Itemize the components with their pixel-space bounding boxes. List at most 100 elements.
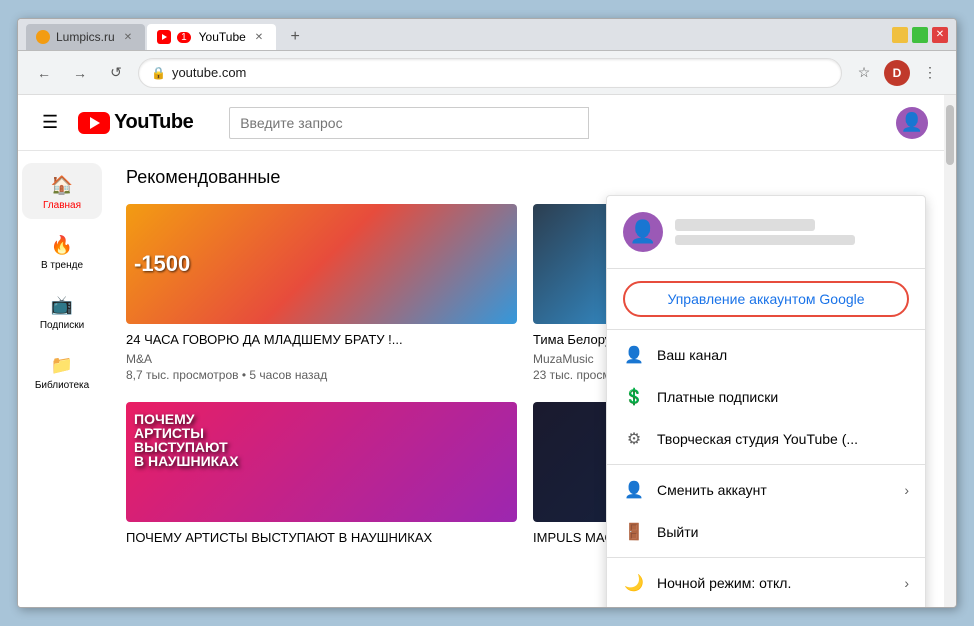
video-title-1: 24 ЧАСА ГОВОРЮ ДА МЛАДШЕМУ БРАТУ !... bbox=[126, 332, 517, 349]
lumpics-favicon-icon bbox=[36, 30, 50, 44]
night-mode-icon: 🌙 bbox=[623, 572, 645, 594]
sidebar-library-label: Библиотека bbox=[35, 380, 89, 391]
sidebar-item-subscriptions[interactable]: 📺 Подписки bbox=[22, 283, 102, 339]
yt-search-input[interactable] bbox=[229, 107, 589, 139]
dropdown-divider-1 bbox=[607, 329, 925, 330]
my-channel-label: Ваш канал bbox=[657, 347, 909, 363]
minimize-button[interactable] bbox=[892, 27, 908, 43]
yt-hamburger-icon[interactable]: ☰ bbox=[34, 104, 66, 141]
my-channel-icon: 👤 bbox=[623, 344, 645, 366]
tab-youtube[interactable]: 1 YouTube ✕ bbox=[147, 24, 276, 50]
yt-header: ☰ YouTube 👤 bbox=[18, 95, 944, 151]
forward-button[interactable]: → bbox=[66, 59, 94, 87]
page-wrapper: ☰ YouTube 👤 bbox=[18, 95, 956, 607]
thumb-text-3: ПОЧЕМУАРТИСТЫВЫСТУПАЮТВ НАУШНИКАХ bbox=[134, 412, 239, 468]
video-channel-1: M&A bbox=[126, 352, 517, 366]
video-info-1: 24 ЧАСА ГОВОРЮ ДА МЛАДШЕМУ БРАТУ !... M&… bbox=[126, 324, 517, 386]
browser-window: Lumpics.ru ✕ 1 YouTube ✕ + ✕ ← → ↺ 🔒 bbox=[17, 18, 957, 608]
tab-youtube-close-icon[interactable]: ✕ bbox=[252, 31, 266, 44]
yt-user-avatar[interactable]: 👤 bbox=[896, 107, 928, 139]
studio-label: Творческая студия YouTube (... bbox=[657, 431, 909, 447]
window-controls: ✕ bbox=[892, 27, 948, 43]
video-card-3[interactable]: ПОЧЕМУАРТИСТЫВЫСТУПАЮТВ НАУШНИКАХ ПОЧЕМУ… bbox=[126, 402, 517, 554]
refresh-button[interactable]: ↺ bbox=[102, 59, 130, 87]
trending-icon: 🔥 bbox=[51, 235, 73, 256]
tab-lumpics[interactable]: Lumpics.ru ✕ bbox=[26, 24, 145, 50]
url-text: youtube.com bbox=[172, 65, 829, 80]
paid-subs-label: Платные подписки bbox=[657, 389, 909, 405]
bookmark-star-icon[interactable]: ☆ bbox=[850, 59, 878, 87]
tab-bar: Lumpics.ru ✕ 1 YouTube ✕ + bbox=[26, 19, 884, 50]
video-views-1: 8,7 тыс. просмотров bbox=[126, 368, 239, 382]
sidebar-item-home[interactable]: 🏠 Главная bbox=[22, 163, 102, 219]
logout-label: Выйти bbox=[657, 524, 909, 540]
sidebar-item-trending[interactable]: 🔥 В тренде bbox=[22, 223, 102, 279]
video-thumb-3: ПОЧЕМУАРТИСТЫВЫСТУПАЮТВ НАУШНИКАХ bbox=[126, 402, 517, 522]
youtube-play-icon bbox=[162, 34, 167, 40]
toolbar-right: ☆ D ⋮ bbox=[850, 59, 944, 87]
user-dropdown: 👤 Управление аккаунтом Google 👤 Ваш кана bbox=[606, 195, 926, 607]
close-button[interactable]: ✕ bbox=[932, 27, 948, 43]
night-mode-label: Ночной режим: откл. bbox=[657, 575, 892, 591]
dropdown-avatar-person-icon: 👤 bbox=[629, 219, 656, 245]
titlebar: Lumpics.ru ✕ 1 YouTube ✕ + ✕ bbox=[18, 19, 956, 51]
dropdown-item-night-mode[interactable]: 🌙 Ночной режим: откл. › bbox=[607, 562, 925, 604]
back-button[interactable]: ← bbox=[30, 59, 58, 87]
dropdown-item-my-channel[interactable]: 👤 Ваш канал bbox=[607, 334, 925, 376]
dropdown-item-language[interactable]: Аа Язык: Русский › bbox=[607, 604, 925, 607]
avatar-person-icon: 👤 bbox=[901, 112, 923, 133]
youtube-favicon-icon bbox=[157, 30, 171, 44]
browser-menu-icon[interactable]: ⋮ bbox=[916, 59, 944, 87]
scrollbar-thumb[interactable] bbox=[946, 105, 954, 165]
dropdown-email bbox=[675, 235, 855, 245]
yt-search-box bbox=[229, 107, 589, 139]
notification-badge: 1 bbox=[177, 32, 191, 43]
dropdown-avatar: 👤 bbox=[623, 212, 663, 252]
address-input[interactable]: 🔒 youtube.com bbox=[138, 58, 842, 88]
video-time-1: 5 часов назад bbox=[249, 368, 327, 382]
browser-profile-avatar[interactable]: D bbox=[884, 60, 910, 86]
yt-logo[interactable]: YouTube bbox=[78, 111, 193, 134]
studio-icon: ⚙ bbox=[623, 428, 645, 450]
night-mode-arrow-icon: › bbox=[904, 575, 909, 591]
sidebar-subscriptions-label: Подписки bbox=[40, 320, 84, 331]
dropdown-username bbox=[675, 219, 815, 231]
new-tab-button[interactable]: + bbox=[282, 24, 308, 50]
subscriptions-icon: 📺 bbox=[51, 295, 73, 316]
thumb-text-1: -1500 bbox=[134, 251, 190, 277]
tab-lumpics-close-icon[interactable]: ✕ bbox=[121, 31, 135, 44]
yt-logo-text: YouTube bbox=[114, 111, 193, 134]
dropdown-item-paid-subs[interactable]: 💲 Платные подписки bbox=[607, 376, 925, 418]
library-icon: 📁 bbox=[51, 355, 73, 376]
maximize-button[interactable] bbox=[912, 27, 928, 43]
tab-youtube-title: YouTube bbox=[199, 30, 246, 44]
yt-logo-icon bbox=[78, 112, 110, 134]
video-meta-1: 8,7 тыс. просмотров • 5 часов назад bbox=[126, 368, 517, 382]
switch-account-icon: 👤 bbox=[623, 479, 645, 501]
sidebar-home-label: Главная bbox=[43, 200, 81, 211]
manage-google-account-button[interactable]: Управление аккаунтом Google bbox=[623, 281, 909, 317]
video-thumb-1: -1500 bbox=[126, 204, 517, 324]
paid-subs-icon: 💲 bbox=[623, 386, 645, 408]
scrollbar-track bbox=[944, 95, 956, 607]
section-title: Рекомендованные bbox=[126, 167, 924, 188]
switch-account-label: Сменить аккаунт bbox=[657, 482, 892, 498]
video-title-3: ПОЧЕМУ АРТИСТЫ ВЫСТУПАЮТ В НАУШНИКАХ bbox=[126, 530, 517, 547]
home-icon: 🏠 bbox=[51, 175, 73, 196]
tab-lumpics-title: Lumpics.ru bbox=[56, 30, 115, 44]
logout-icon: 🚪 bbox=[623, 521, 645, 543]
browser-content: ☰ YouTube 👤 bbox=[18, 95, 956, 607]
sidebar-item-library[interactable]: 📁 Библиотека bbox=[22, 343, 102, 399]
dropdown-item-studio[interactable]: ⚙ Творческая студия YouTube (... bbox=[607, 418, 925, 460]
dropdown-item-logout[interactable]: 🚪 Выйти bbox=[607, 511, 925, 553]
video-card-1[interactable]: -1500 24 ЧАСА ГОВОРЮ ДА МЛАДШЕМУ БРАТУ !… bbox=[126, 204, 517, 386]
address-bar: ← → ↺ 🔒 youtube.com ☆ D ⋮ bbox=[18, 51, 956, 95]
yt-sidebar: 🏠 Главная 🔥 В тренде 📺 Подписки 📁 bbox=[18, 151, 106, 607]
yt-header-right: 👤 bbox=[896, 107, 928, 139]
video-info-3: ПОЧЕМУ АРТИСТЫ ВЫСТУПАЮТ В НАУШНИКАХ bbox=[126, 522, 517, 554]
sidebar-trending-label: В тренде bbox=[41, 260, 83, 271]
dropdown-item-switch-account[interactable]: 👤 Сменить аккаунт › bbox=[607, 469, 925, 511]
switch-account-arrow-icon: › bbox=[904, 482, 909, 498]
dropdown-user-info bbox=[675, 219, 909, 245]
dropdown-header: 👤 bbox=[607, 196, 925, 269]
